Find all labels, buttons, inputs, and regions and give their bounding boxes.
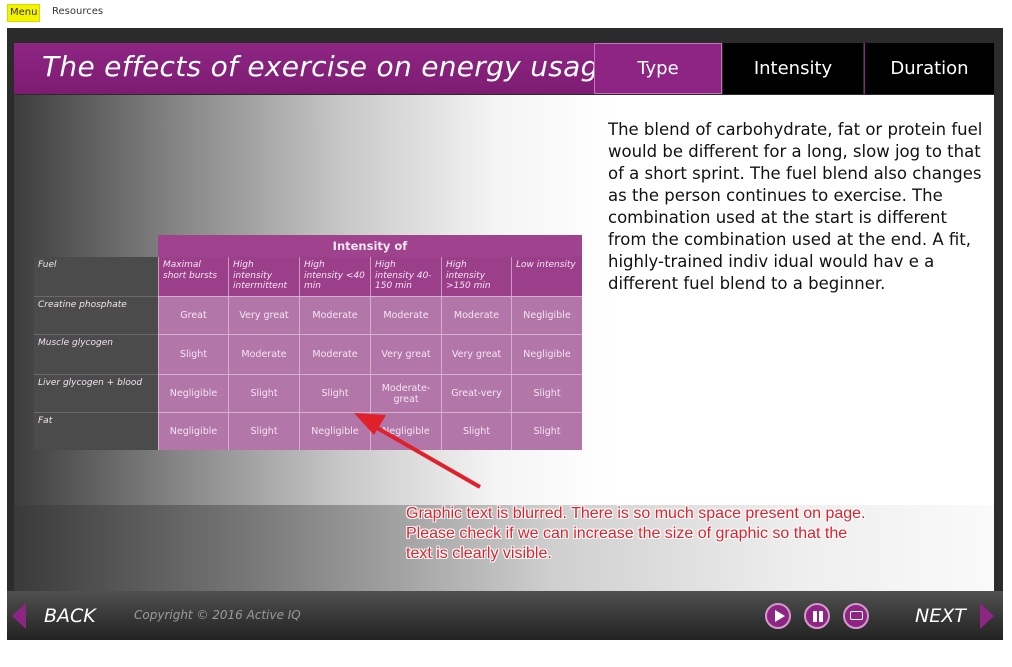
page-title: The effects of exercise on energy usage: [42, 50, 617, 83]
back-arrow-icon: [12, 603, 26, 629]
play-icon[interactable]: [765, 603, 791, 629]
next-arrow-icon: [979, 603, 994, 629]
top-menu-bar: Menu Resources: [0, 0, 1012, 26]
resources-link[interactable]: Resources: [52, 6, 103, 17]
pause-icon[interactable]: [804, 603, 830, 629]
chat-icon[interactable]: [843, 603, 869, 629]
review-annotation: Graphic text is blurred. There is so muc…: [406, 505, 866, 562]
tab-intensity[interactable]: Intensity: [723, 43, 863, 94]
copyright-text: Copyright © 2016 Active IQ: [134, 608, 301, 622]
next-label: NEXT: [915, 605, 966, 627]
tab-duration[interactable]: Duration: [864, 43, 994, 94]
back-label: BACK: [44, 605, 96, 627]
back-button[interactable]: BACK: [12, 603, 96, 629]
slide-content: The blend of carbohydrate, fat or protei…: [14, 95, 994, 591]
next-button[interactable]: NEXT: [915, 603, 994, 629]
menu-button[interactable]: Menu: [7, 4, 41, 22]
title-bar: The effects of exercise on energy usage: [14, 43, 616, 94]
tab-type[interactable]: Type: [594, 43, 722, 94]
